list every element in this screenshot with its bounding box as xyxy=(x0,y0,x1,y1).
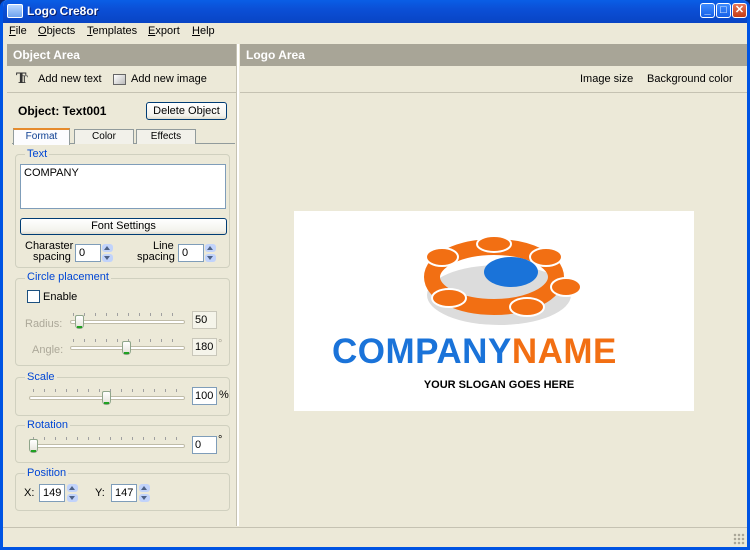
enable-checkbox[interactable] xyxy=(27,290,40,303)
y-spinner[interactable] xyxy=(139,484,150,502)
scale-unit: % xyxy=(219,389,229,401)
logo-slogan[interactable]: YOUR SLOGAN GOES HERE xyxy=(294,379,704,391)
scale-value[interactable]: 100 xyxy=(192,387,217,405)
delete-object-button[interactable]: Delete Object xyxy=(146,102,227,120)
char-spacing-label-2: spacing xyxy=(33,251,71,263)
menu-export[interactable]: Export xyxy=(148,25,180,37)
object-label: Object: Text001 xyxy=(18,104,107,118)
pane-splitter[interactable] xyxy=(236,44,239,526)
logo-word-company: COMPANY xyxy=(332,332,512,371)
scale-group-title: Scale xyxy=(25,371,57,383)
logo-node xyxy=(509,297,545,317)
status-bar xyxy=(3,527,747,547)
spin-down-icon[interactable] xyxy=(205,254,216,262)
maximize-button[interactable]: □ xyxy=(716,3,731,18)
tab-color[interactable]: Color xyxy=(74,129,134,144)
logo-center xyxy=(484,257,538,287)
add-image-label: Add new image xyxy=(131,73,207,85)
logo-node xyxy=(425,247,459,267)
property-tabs: Format Color Effects xyxy=(12,128,235,145)
rotation-slider-thumb[interactable] xyxy=(29,439,38,453)
angle-slider-thumb[interactable] xyxy=(122,341,131,355)
enable-label: Enable xyxy=(43,291,78,303)
close-button[interactable]: ✕ xyxy=(732,3,747,18)
logo-company-name[interactable]: COMPANYNAME xyxy=(332,332,617,372)
angle-label: Angle: xyxy=(32,344,64,356)
app-window: Logo Cre8or _ □ ✕ File Objects Templates… xyxy=(0,0,750,550)
text-input[interactable]: COMPANY xyxy=(20,164,226,209)
text-icon-small: T xyxy=(21,75,28,86)
logo-word-name: NAME xyxy=(511,332,617,371)
y-input[interactable]: 147 xyxy=(111,484,137,502)
rotation-unit: ° xyxy=(218,434,223,446)
scale-slider-thumb[interactable] xyxy=(101,391,111,405)
title-bar[interactable]: Logo Cre8or _ □ ✕ xyxy=(3,0,747,23)
spin-down-icon[interactable] xyxy=(102,254,113,262)
menu-file[interactable]: File xyxy=(9,25,27,37)
logo-node xyxy=(529,247,563,267)
rotation-value[interactable]: 0 xyxy=(192,436,217,454)
menu-bar: File Objects Templates Export Help xyxy=(3,23,747,41)
logo-toolbar: Image size Background color xyxy=(240,66,747,93)
minimize-button[interactable]: _ xyxy=(700,3,715,18)
add-text-label: Add new text xyxy=(38,73,102,85)
y-label: Y: xyxy=(95,487,105,499)
radius-value[interactable]: 50 xyxy=(192,311,217,329)
app-icon xyxy=(7,4,23,18)
menu-objects[interactable]: Objects xyxy=(38,25,75,37)
spin-up-icon[interactable] xyxy=(102,244,113,252)
angle-unit: ° xyxy=(218,338,223,350)
spin-up-icon[interactable] xyxy=(67,484,78,492)
logo-node xyxy=(550,277,582,297)
radius-track[interactable] xyxy=(70,320,185,324)
logo-node xyxy=(476,235,512,253)
menu-templates[interactable]: Templates xyxy=(87,25,137,37)
x-input[interactable]: 149 xyxy=(39,484,65,502)
circle-group-title: Circle placement xyxy=(25,271,111,283)
radius-ticks xyxy=(73,313,183,316)
spin-up-icon[interactable] xyxy=(139,484,150,492)
spin-up-icon[interactable] xyxy=(205,244,216,252)
logo-node xyxy=(431,288,467,308)
radius-label: Radius: xyxy=(25,318,63,330)
image-size-button[interactable]: Image size xyxy=(580,73,633,85)
image-icon xyxy=(113,74,126,85)
rotation-group-title: Rotation xyxy=(25,419,70,431)
object-toolbar: T T Add new text Add new image xyxy=(7,66,236,93)
line-spacing-spinner[interactable] xyxy=(205,244,216,262)
char-spacing-spinner[interactable] xyxy=(102,244,113,262)
resize-grip-icon[interactable] xyxy=(733,533,745,545)
window-title: Logo Cre8or xyxy=(27,4,99,18)
char-spacing-input[interactable]: 0 xyxy=(75,244,101,262)
tab-effects[interactable]: Effects xyxy=(136,129,196,144)
tab-format[interactable]: Format xyxy=(13,128,70,145)
font-settings-button[interactable]: Font Settings xyxy=(20,218,227,235)
spin-down-icon[interactable] xyxy=(67,494,78,502)
spin-down-icon[interactable] xyxy=(139,494,150,502)
logo-area-header: Logo Area xyxy=(240,44,747,66)
background-color-button[interactable]: Background color xyxy=(647,73,733,85)
angle-value[interactable]: 180 xyxy=(192,338,217,356)
menu-help[interactable]: Help xyxy=(192,25,215,37)
line-spacing-input[interactable]: 0 xyxy=(178,244,204,262)
rotation-ticks xyxy=(33,437,183,440)
object-area-header: Object Area xyxy=(7,44,236,66)
rotation-track[interactable] xyxy=(29,444,185,448)
position-group-title: Position xyxy=(25,467,69,479)
x-label: X: xyxy=(24,487,35,499)
radius-slider-thumb[interactable] xyxy=(75,315,85,329)
text-group-title: Text xyxy=(25,148,50,160)
logo-canvas[interactable]: COMPANYNAME YOUR SLOGAN GOES HERE xyxy=(294,211,694,411)
line-spacing-label-2: spacing xyxy=(137,251,175,263)
x-spinner[interactable] xyxy=(67,484,78,502)
